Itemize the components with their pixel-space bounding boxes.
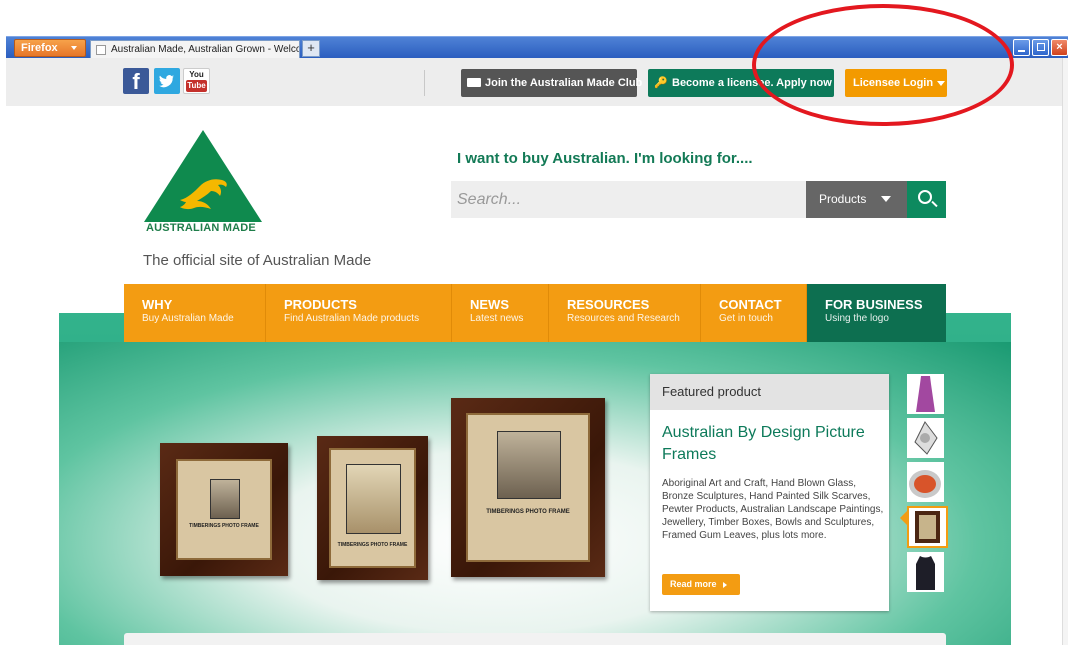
page-icon	[96, 45, 106, 55]
nav-item-subtitle: Using the logo	[825, 313, 889, 324]
nav-item-title: PRODUCTS	[284, 297, 357, 312]
firefox-menu-button[interactable]: Firefox	[14, 39, 86, 57]
nav-item-why[interactable]: WHY Buy Australian Made	[124, 284, 266, 342]
site-tagline: The official site of Australian Made	[143, 252, 372, 269]
search-category-select[interactable]: Products	[806, 181, 907, 218]
search-button[interactable]	[907, 181, 946, 218]
firefox-menu-label: Firefox	[21, 42, 58, 54]
nav-item-resources[interactable]: RESOURCES Resources and Research	[549, 284, 701, 342]
product-image[interactable]: TIMBERINGS PHOTO FRAME	[160, 443, 288, 576]
product-image[interactable]: TIMBERINGS PHOTO FRAME	[317, 436, 428, 580]
frame-label: TIMBERINGS PHOTO FRAME	[337, 542, 408, 548]
minimize-button[interactable]	[1013, 39, 1030, 56]
nav-item-news[interactable]: NEWS Latest news	[452, 284, 549, 342]
screenshot: Firefox Australian Made, Australian Grow…	[0, 0, 1068, 645]
product-thumbnails	[907, 374, 952, 592]
nav-item-subtitle: Latest news	[470, 313, 524, 324]
scrollbar[interactable]	[1062, 58, 1068, 645]
product-image[interactable]: TIMBERINGS PHOTO FRAME	[451, 398, 605, 577]
search-icon	[918, 190, 932, 204]
annotation-circle	[752, 4, 1014, 126]
envelope-icon	[467, 78, 481, 87]
join-club-label: Join the Australian Made Club	[485, 77, 643, 89]
youtube-you-label: You	[189, 70, 204, 79]
join-club-button[interactable]: Join the Australian Made Club	[461, 69, 642, 97]
nav-item-subtitle: Resources and Research	[567, 313, 680, 324]
chevron-down-icon	[71, 46, 77, 50]
divider	[424, 70, 425, 96]
nav-item-subtitle: Find Australian Made products	[284, 313, 420, 324]
portrait-photo	[346, 464, 401, 534]
twitter-icon[interactable]	[154, 68, 180, 94]
search-category-label: Products	[819, 192, 867, 206]
read-more-label: Read more	[670, 579, 717, 589]
nav-item-title: WHY	[142, 297, 173, 312]
nav-item-title: RESOURCES	[567, 297, 650, 312]
search-input[interactable]	[451, 181, 806, 218]
chevron-down-icon	[881, 196, 891, 202]
search-heading: I want to buy Australian. I'm looking fo…	[457, 150, 753, 167]
key-icon: 🔑	[654, 77, 668, 89]
nav-item-title: FOR BUSINESS	[825, 297, 923, 312]
thumbnail-dress[interactable]	[907, 374, 944, 414]
thumbnail-picture-frame[interactable]	[907, 506, 948, 548]
featured-title[interactable]: Australian By Design Picture Frames	[662, 422, 882, 466]
featured-heading: Featured product	[650, 374, 889, 410]
featured-product-card: Featured product Australian By Design Pi…	[650, 374, 889, 611]
nav-item-title: CONTACT	[719, 297, 782, 312]
youtube-icon[interactable]: You Tube	[183, 68, 210, 94]
restore-icon	[1037, 43, 1045, 51]
minimize-icon	[1018, 50, 1025, 52]
frame-label: TIMBERINGS PHOTO FRAME	[486, 509, 570, 515]
picture-frame-icon	[915, 511, 940, 543]
jacket-icon	[916, 556, 935, 590]
read-more-button[interactable]: Read more	[662, 574, 740, 595]
main-nav: WHY Buy Australian Made PRODUCTS Find Aust…	[124, 284, 946, 342]
thumbnail-pendant[interactable]	[907, 418, 944, 458]
twitter-bird-icon	[159, 75, 174, 88]
nav-item-contact[interactable]: CONTACT Get in touch	[701, 284, 807, 342]
selected-thumb-pointer	[900, 511, 907, 525]
thumbnail-jacket[interactable]	[907, 552, 944, 592]
browser-tab-title: Australian Made, Australian Grown - Welc…	[111, 44, 300, 55]
facebook-icon[interactable]: f	[123, 68, 149, 94]
frame-label: TIMBERINGS PHOTO FRAME	[189, 523, 259, 529]
portrait-photo	[497, 431, 561, 499]
nav-item-products[interactable]: PRODUCTS Find Australian Made products	[266, 284, 452, 342]
pendant-icon	[914, 421, 938, 455]
kangaroo-triangle-icon	[144, 130, 262, 222]
dress-icon	[916, 376, 935, 412]
nav-item-subtitle: Get in touch	[719, 313, 773, 324]
nav-item-for-business[interactable]: FOR BUSINESS Using the logo	[807, 284, 946, 342]
youtube-tube-label: Tube	[186, 80, 207, 92]
nav-item-title: NEWS	[470, 297, 509, 312]
nav-item-subtitle: Buy Australian Made	[142, 313, 234, 324]
chevron-right-icon	[722, 581, 727, 588]
browser-tab[interactable]: Australian Made, Australian Grown - Welc…	[90, 40, 300, 59]
content-panel	[124, 633, 946, 645]
close-window-button[interactable]: ×	[1051, 39, 1068, 56]
portrait-photo	[210, 479, 240, 519]
featured-description: Aboriginal Art and Craft, Hand Blown Gla…	[662, 478, 884, 541]
thumbnail-food[interactable]	[907, 462, 944, 502]
food-bowl-icon	[909, 470, 941, 498]
new-tab-button[interactable]: +	[302, 40, 320, 57]
close-icon: ×	[1056, 41, 1063, 53]
restore-button[interactable]	[1032, 39, 1049, 56]
logo-text: AUSTRALIAN MADE	[146, 222, 256, 234]
